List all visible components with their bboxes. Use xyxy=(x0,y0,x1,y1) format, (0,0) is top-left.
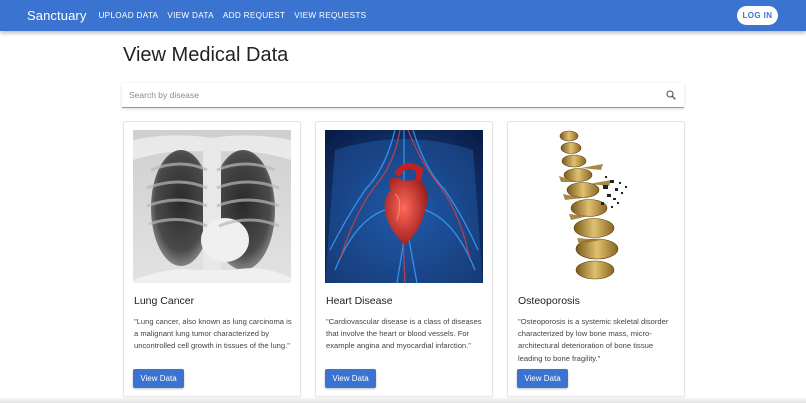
spine-vertebrae-image xyxy=(517,130,675,283)
search-bar xyxy=(122,83,684,108)
card-title: Heart Disease xyxy=(326,295,393,307)
anatomical-heart-image xyxy=(325,130,483,283)
nav-upload-data[interactable]: UPLOAD DATA xyxy=(98,11,158,20)
app-bar: Sanctuary UPLOAD DATA VIEW DATA ADD REQU… xyxy=(0,0,806,31)
card-description: "Osteoporosis is a systemic skeletal dis… xyxy=(518,317,669,363)
card-title: Osteoporosis xyxy=(518,295,580,307)
disease-card-lung-cancer: Lung Cancer "Lung cancer, also known as … xyxy=(123,121,301,397)
nav-view-requests[interactable]: VIEW REQUESTS xyxy=(294,11,366,20)
page-title: View Medical Data xyxy=(123,44,289,66)
view-data-button[interactable]: View Data xyxy=(517,369,568,388)
card-title: Lung Cancer xyxy=(134,295,195,307)
login-button[interactable]: LOG IN xyxy=(737,6,778,25)
card-description: "Cardiovascular disease is a class of di… xyxy=(326,317,482,351)
brand-title[interactable]: Sanctuary xyxy=(27,8,86,23)
view-data-button[interactable]: View Data xyxy=(133,369,184,388)
disease-card-osteoporosis: Osteoporosis "Osteoporosis is a systemic… xyxy=(507,121,685,397)
view-data-button[interactable]: View Data xyxy=(325,369,376,388)
nav-add-request[interactable]: ADD REQUEST xyxy=(223,11,285,20)
disease-card-heart-disease: Heart Disease "Cardiovascular disease is… xyxy=(315,121,493,397)
search-input[interactable] xyxy=(122,83,652,107)
chest-xray-image xyxy=(133,130,291,283)
nav-view-data[interactable]: VIEW DATA xyxy=(167,11,214,20)
search-icon[interactable] xyxy=(665,89,677,101)
page-bottom-edge xyxy=(0,398,806,403)
card-description: "Lung cancer, also known as lung carcino… xyxy=(134,317,292,351)
